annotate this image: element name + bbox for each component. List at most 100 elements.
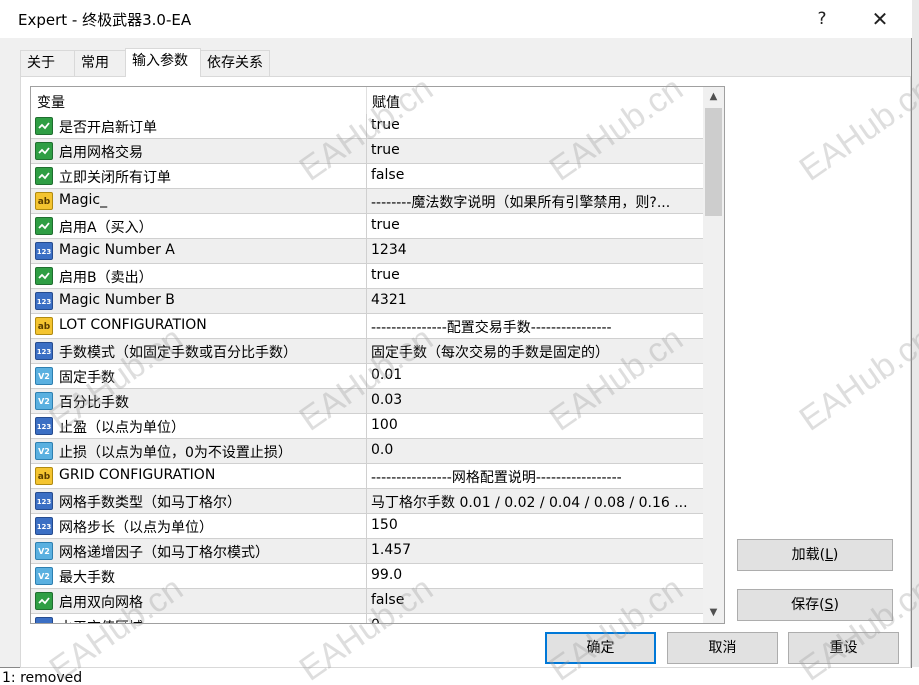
parameter-value[interactable]: 固定手数（每次交易的手数是固定的） [371, 342, 701, 362]
parameter-name: 手数模式（如固定手数或百分比手数） [59, 345, 297, 361]
parameter-value[interactable]: 0 [371, 617, 701, 623]
table-row[interactable]: 123 Magic Number A 1234 [31, 239, 703, 264]
table-row[interactable]: V2 固定手数 0.01 [31, 364, 703, 389]
parameter-value[interactable]: --------魔法数字说明（如果所有引擎禁用，则?... [371, 192, 701, 212]
parameter-name: 启用双向网格 [59, 595, 143, 611]
reset-button[interactable]: 重设 [788, 632, 899, 664]
table-row[interactable]: 123 手数模式（如固定手数或百分比手数） 固定手数（每次交易的手数是固定的） [31, 339, 703, 364]
parameter-value[interactable]: 4321 [371, 292, 701, 308]
table-row[interactable]: 123 止盈（以点为单位） 100 [31, 414, 703, 439]
parameter-value[interactable]: false [371, 167, 701, 183]
parameter-name: GRID CONFIGURATION [59, 467, 216, 483]
parameter-name: 是否开启新订单 [59, 120, 157, 136]
parameter-name: Magic Number B [59, 292, 175, 308]
help-button[interactable]: ? [802, 4, 842, 34]
parameter-value[interactable]: ----------------网格配置说明----------------- [371, 467, 701, 487]
column-separator [366, 589, 367, 614]
parameter-name: 网格递增因子（如马丁格尔模式） [59, 545, 269, 561]
parameter-name: 止盈（以点为单位） [59, 420, 185, 436]
scroll-down-arrow-icon[interactable]: ▼ [703, 603, 724, 623]
123-integer-icon: 123 [35, 342, 53, 360]
cancel-button[interactable]: 取消 [667, 632, 778, 664]
parameter-value[interactable]: ---------------配置交易手数---------------- [371, 317, 701, 337]
parameter-name: 启用网格交易 [59, 145, 143, 161]
parameter-name: 立即关闭所有订单 [59, 170, 171, 186]
parameter-value[interactable]: 马丁格尔手数 0.01 / 0.02 / 0.04 / 0.08 / 0.16 … [371, 492, 701, 512]
table-row[interactable]: V2 最大手数 99.0 [31, 564, 703, 589]
parameter-name: 启用B（卖出） [59, 270, 153, 286]
vertical-scrollbar[interactable]: ▲ ▼ [703, 87, 724, 623]
table-row[interactable]: 启用网格交易 true [31, 139, 703, 164]
parameter-value[interactable]: 1.457 [371, 542, 701, 558]
column-separator [366, 564, 367, 589]
scroll-up-arrow-icon[interactable]: ▲ [703, 87, 724, 107]
window-title: Expert - 终极武器3.0-EA [18, 11, 192, 29]
v2-double-icon: V2 [35, 367, 53, 385]
parameter-value[interactable]: 1234 [371, 242, 701, 258]
column-separator [366, 314, 367, 339]
parameter-name: Magic_ [59, 192, 108, 208]
load-button[interactable]: 加载(L) [737, 539, 893, 571]
table-row[interactable]: 启用B（卖出） true [31, 264, 703, 289]
column-separator [366, 264, 367, 289]
column-separator [366, 339, 367, 364]
parameter-value[interactable]: true [371, 142, 701, 158]
parameter-value[interactable]: 99.0 [371, 567, 701, 583]
background-app-strip [0, 667, 919, 685]
ab-string-icon: ab [35, 317, 53, 335]
table-row[interactable]: ab GRID CONFIGURATION ----------------网格配置… [31, 464, 703, 489]
column-separator [366, 614, 367, 623]
bool-green-checkmark-icon [35, 117, 53, 135]
ab-string-icon: ab [35, 467, 53, 485]
table-row[interactable]: 是否开启新订单 true [31, 114, 703, 139]
table-row[interactable]: 123 网格步长（以点为单位） 150 [31, 514, 703, 539]
123-integer-icon: 123 [35, 417, 53, 435]
parameter-name: Magic Number A [59, 242, 175, 258]
scroll-thumb[interactable] [705, 108, 722, 216]
table-row[interactable]: 立即关闭所有订单 false [31, 164, 703, 189]
save-button[interactable]: 保存(S) [737, 589, 893, 621]
parameter-value[interactable]: true [371, 117, 701, 133]
parameter-value[interactable]: 0.0 [371, 442, 701, 458]
table-row[interactable]: ab Magic_ --------魔法数字说明（如果所有引擎禁用，则?... [31, 189, 703, 214]
tab-common[interactable]: 常用 [74, 50, 126, 76]
parameter-value[interactable]: true [371, 267, 701, 283]
column-separator [366, 239, 367, 264]
column-header-value[interactable]: 赋值 [372, 92, 400, 112]
bool-green-checkmark-icon [35, 217, 53, 235]
parameters-grid: 变量 赋值 是否开启新订单 true 启用网格交易 true 立即关闭所有订单 false… [30, 86, 725, 624]
table-row[interactable]: ab LOT CONFIGURATION ---------------配置交易手数… [31, 314, 703, 339]
123-integer-icon: 123 [35, 242, 53, 260]
parameter-value[interactable]: 0.03 [371, 392, 701, 408]
parameter-value[interactable]: 100 [371, 417, 701, 433]
parameter-value[interactable]: 0.01 [371, 367, 701, 383]
bool-green-checkmark-icon [35, 267, 53, 285]
123-integer-icon: 123 [35, 292, 53, 310]
parameter-name: 固定手数 [59, 370, 115, 386]
bool-green-checkmark-icon [35, 142, 53, 160]
table-row[interactable]: 启用A（买入） true [31, 214, 703, 239]
123-integer-icon: 123 [35, 617, 53, 623]
table-row[interactable]: 123 水平充值区域 0 [31, 614, 703, 623]
parameter-value[interactable]: true [371, 217, 701, 233]
table-row[interactable]: 123 网格手数类型（如马丁格尔） 马丁格尔手数 0.01 / 0.02 / 0.0… [31, 489, 703, 514]
grid-header: 变量 赋值 [31, 87, 703, 114]
123-integer-icon: 123 [35, 517, 53, 535]
v2-double-icon: V2 [35, 567, 53, 585]
table-row[interactable]: 启用双向网格 false [31, 589, 703, 614]
table-row[interactable]: V2 网格递增因子（如马丁格尔模式） 1.457 [31, 539, 703, 564]
column-separator [366, 464, 367, 489]
close-button[interactable]: ✕ [860, 4, 900, 34]
table-row[interactable]: V2 止损（以点为单位，0为不设置止损） 0.0 [31, 439, 703, 464]
tab-about[interactable]: 关于 [20, 50, 75, 76]
table-row[interactable]: 123 Magic Number B 4321 [31, 289, 703, 314]
table-row[interactable]: V2 百分比手数 0.03 [31, 389, 703, 414]
parameter-value[interactable]: false [371, 592, 701, 608]
ok-button[interactable]: 确定 [545, 632, 656, 664]
v2-double-icon: V2 [35, 442, 53, 460]
tab-dependencies[interactable]: 依存关系 [200, 50, 270, 76]
tab-inputs[interactable]: 输入参数 [125, 48, 201, 77]
parameter-value[interactable]: 150 [371, 517, 701, 533]
grid-rows: 是否开启新订单 true 启用网格交易 true 立即关闭所有订单 false ab Magi… [31, 114, 703, 623]
column-header-variable[interactable]: 变量 [37, 92, 65, 112]
